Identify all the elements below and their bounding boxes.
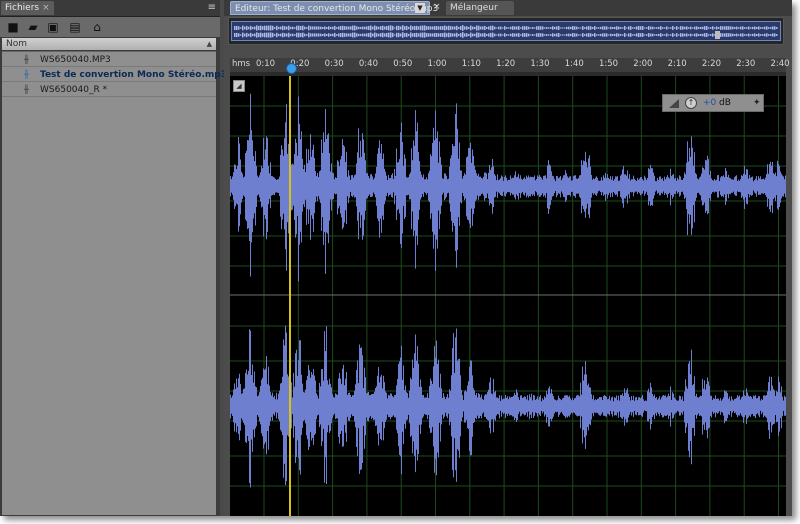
ruler-tick-label: 1:40 (564, 59, 584, 69)
overview-waveform (234, 25, 778, 38)
panel-menu-icon[interactable]: ≡ (208, 2, 216, 14)
zoom-toggle-icon[interactable]: ◢ (233, 80, 245, 92)
ruler-tick-label: 2:40 (770, 59, 790, 69)
ruler-tick-label: 0:30 (324, 59, 344, 69)
time-ruler[interactable]: hms 0:10 0:20 0:30 0:40 0:50 1:00 1:10 1:20 1:30… (230, 58, 790, 72)
file-list: ╫ WS650040.MP3 ╫ Test de convertion Mono… (2, 51, 227, 515)
ruler-tick-label: 2:00 (633, 59, 653, 69)
ruler-tick-label: 0:40 (358, 59, 378, 69)
ruler-tick-label: 0:10 (256, 59, 276, 69)
files-panel: Fichiers × ≡ ■ ▰ ▣ ▤ ⌂ Nom ▲ ╫ WS650040.M… (0, 0, 227, 516)
files-tab[interactable]: Fichiers × (1, 1, 54, 15)
file-item-selected[interactable]: ╫ Test de convertion Mono Stéréo.mp3 (2, 68, 227, 82)
waveform-view[interactable]: ◢ ↑ +0 dB ✦ (230, 76, 786, 516)
tab-mixer-label: Mélangeur (450, 3, 498, 13)
file-name: Test de convertion Mono Stéréo.mp3 (40, 70, 227, 80)
ruler-tick-label: 1:00 (427, 59, 447, 69)
tab-editor[interactable]: Editeur: Test de convertion Mono Stéréo.… (230, 1, 438, 15)
file-item[interactable]: ╫ WS650040_R * (2, 83, 216, 97)
volume-knob-icon[interactable]: ↑ (685, 97, 697, 109)
volume-value[interactable]: +0 (703, 98, 716, 109)
export-icon[interactable]: ▤ (68, 20, 82, 34)
overview-bar[interactable] (228, 17, 784, 45)
audition-window: Fichiers × ≡ ■ ▰ ▣ ▤ ⌂ Nom ▲ ╫ WS650040.M… (0, 0, 792, 516)
close-icon[interactable]: × (433, 2, 441, 12)
pin-icon[interactable]: ✦ (753, 97, 761, 109)
audio-file-icon: ╫ (24, 70, 29, 79)
volume-hud: ↑ +0 dB ✦ (662, 94, 764, 112)
sort-arrow-icon[interactable]: ▲ (207, 38, 212, 50)
overview-track[interactable] (231, 21, 781, 41)
waveform-svg (230, 76, 786, 516)
open-folder-icon[interactable]: ▰ (26, 20, 40, 34)
files-tab-bar: Fichiers × ≡ (0, 0, 220, 17)
ruler-tick-label: 2:30 (736, 59, 756, 69)
overview-scroll-handle[interactable] (715, 31, 720, 39)
chevron-down-icon[interactable]: ▼ (415, 3, 425, 13)
audio-file-icon: ╫ (24, 55, 29, 64)
files-tab-label: Fichiers (5, 3, 40, 13)
ruler-tick-label: 1:30 (530, 59, 550, 69)
ruler-tick-label: 1:20 (496, 59, 516, 69)
right-channel-waveform (230, 325, 786, 488)
playhead-handle[interactable] (286, 63, 297, 74)
close-file-icon[interactable]: ⌂ (90, 20, 104, 34)
import-icon[interactable]: ▣ (46, 20, 60, 34)
editor-panel: Editeur: Test de convertion Mono Stéréo.… (224, 0, 792, 516)
ruler-tick-label: 1:10 (461, 59, 481, 69)
ruler-tick-label: 2:10 (667, 59, 687, 69)
folder-icon[interactable]: ■ (6, 20, 20, 34)
ruler-tick-label: 1:50 (599, 59, 619, 69)
file-name: WS650040.MP3 (40, 55, 111, 65)
files-toolbar: ■ ▰ ▣ ▤ ⌂ (0, 17, 220, 37)
ruler-tick-label: 2:20 (701, 59, 721, 69)
tab-editor-label: Editeur: Test de convertion Mono Stéréo.… (235, 4, 439, 14)
column-header-label: Nom (6, 39, 28, 49)
volume-ramp-icon (669, 99, 679, 108)
column-header-name[interactable]: Nom ▲ (2, 38, 216, 50)
ruler-unit-label: hms (232, 59, 251, 69)
tab-mixer[interactable]: Mélangeur (446, 1, 514, 15)
volume-unit: dB (719, 98, 731, 108)
audio-file-icon: ╫ (24, 85, 29, 94)
left-channel-waveform (230, 93, 786, 282)
file-item[interactable]: ╫ WS650040.MP3 (2, 53, 216, 67)
file-name: WS650040_R * (40, 85, 108, 95)
ruler-tick-label: 0:50 (393, 59, 413, 69)
editor-tab-bar: Editeur: Test de convertion Mono Stéréo.… (224, 0, 792, 16)
close-icon[interactable]: × (42, 3, 50, 13)
